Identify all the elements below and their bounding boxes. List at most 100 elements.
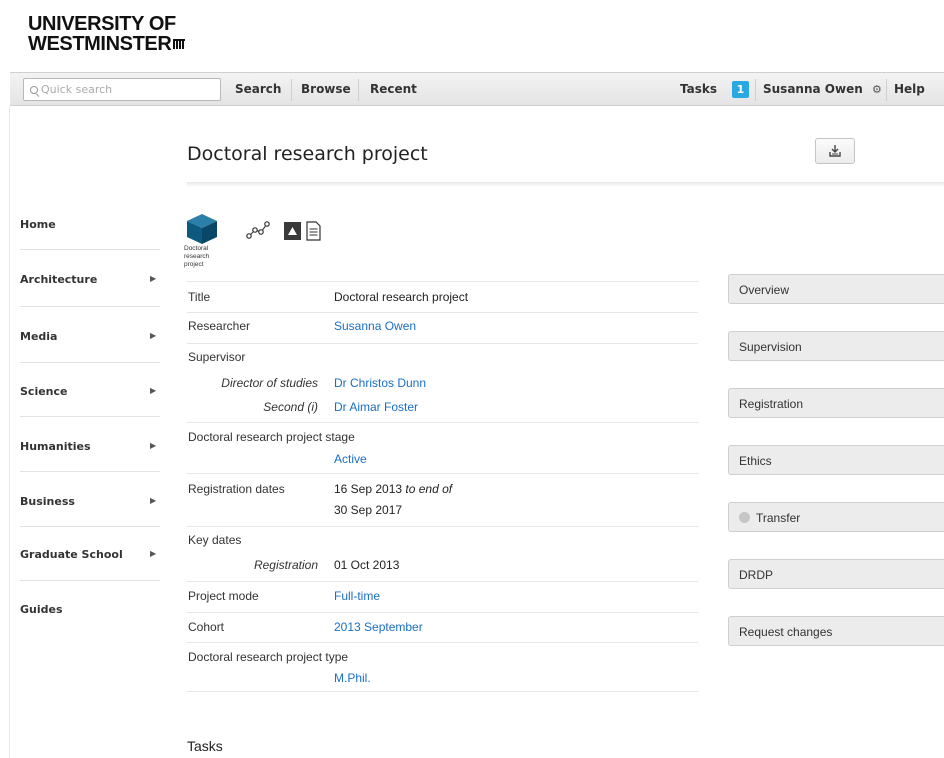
chevron-right-icon: ▶: [150, 274, 157, 283]
sidebar-divider: [20, 306, 160, 307]
nav-separator: [886, 79, 887, 101]
chevron-right-icon: ▶: [150, 441, 157, 450]
supervision-button[interactable]: Supervision: [728, 331, 944, 361]
registration-start-date: 16 Sep 2013: [334, 482, 403, 496]
sidebar-divider: [20, 471, 160, 472]
sidebar-item-humanities[interactable]: Humanities ▶: [10, 440, 160, 460]
chevron-right-icon: ▶: [150, 496, 157, 505]
document-icon[interactable]: [306, 221, 321, 241]
tasks-count-badge[interactable]: 1: [732, 81, 749, 98]
sidebar-border: [9, 106, 10, 758]
object-type-label: Doctoral research project: [184, 245, 220, 269]
title-divider: [187, 182, 944, 187]
director-of-studies-link[interactable]: Dr Christos Dunn: [334, 376, 426, 390]
row-divider: [187, 473, 698, 474]
sidebar-item-label: Business: [20, 495, 75, 508]
sidebar-item-label: Graduate School: [20, 548, 123, 561]
sidebar-item-label: Science: [20, 385, 68, 398]
sidebar-item-home[interactable]: Home: [10, 218, 160, 238]
row-divider: [187, 581, 698, 582]
registration-end-date: 30 Sep 2017: [334, 503, 403, 517]
logo-line-2: WESTMINSTER: [28, 33, 172, 55]
logo-line-1: UNIVERSITY OF: [28, 13, 176, 35]
sidebar-divider: [20, 580, 160, 581]
chevron-right-icon: ▶: [150, 549, 157, 558]
registration-dates-label: Registration dates: [188, 482, 285, 496]
registration-key-date-label: Registration: [253, 558, 318, 572]
nav-search-link[interactable]: Search: [235, 82, 281, 96]
row-divider: [187, 526, 698, 527]
researcher-label: Researcher: [188, 319, 251, 333]
stage-link[interactable]: Active: [334, 452, 367, 466]
stage-label: Doctoral research project stage: [188, 430, 355, 444]
status-dot-icon: [739, 512, 750, 523]
second-supervisor-label: Second (i): [263, 400, 318, 414]
user-menu-link[interactable]: Susanna Owen: [763, 82, 863, 96]
project-mode-label: Project mode: [188, 589, 259, 603]
project-mode-link[interactable]: Full-time: [334, 589, 380, 603]
chevron-right-icon: ▶: [150, 386, 157, 395]
sidebar-item-business[interactable]: Business ▶: [10, 495, 160, 515]
object-type-label-line: Doctoral: [184, 245, 209, 252]
search-icon: [30, 86, 38, 94]
row-divider: [187, 281, 698, 282]
nav-browse-link[interactable]: Browse: [301, 82, 351, 96]
sidebar-item-label: Home: [20, 218, 56, 231]
sidebar-item-label: Humanities: [20, 440, 91, 453]
sidebar-item-guides[interactable]: Guides: [10, 603, 160, 623]
researcher-link[interactable]: Susanna Owen: [334, 319, 416, 333]
registration-dates-value: 16 Sep 2013 to end of: [334, 482, 452, 496]
cohort-link[interactable]: 2013 September: [334, 620, 423, 634]
sidebar-item-label: Guides: [20, 603, 63, 616]
gear-icon[interactable]: ⚙: [872, 83, 882, 96]
cube-icon: [187, 214, 217, 244]
sidebar-item-graduate-school[interactable]: Graduate School ▶: [10, 548, 160, 568]
title-value: Doctoral research project: [334, 290, 469, 304]
drdp-button[interactable]: DRDP: [728, 559, 944, 589]
quick-search-input[interactable]: Quick search: [23, 78, 221, 101]
nav-separator: [291, 79, 292, 101]
row-divider: [187, 642, 698, 643]
tasks-link[interactable]: Tasks: [680, 82, 717, 96]
row-divider: [187, 422, 698, 423]
title-label: Title: [188, 290, 211, 304]
registration-button[interactable]: Registration: [728, 388, 944, 418]
sidebar-item-label: Media: [20, 330, 58, 343]
university-logo[interactable]: UNIVERSITY OF WESTMINSTER: [28, 13, 186, 55]
supervisor-label: Supervisor: [188, 350, 246, 364]
sidebar-item-science[interactable]: Science ▶: [10, 385, 160, 405]
sidebar-divider: [20, 526, 160, 527]
page-title: Doctoral research project: [187, 143, 428, 165]
sidebar-item-media[interactable]: Media ▶: [10, 330, 160, 350]
help-link[interactable]: Help: [894, 82, 925, 96]
transfer-button-label: Transfer: [756, 511, 801, 525]
relationships-icon[interactable]: [246, 220, 270, 240]
sidebar-divider: [20, 416, 160, 417]
transfer-button[interactable]: Transfer: [728, 502, 944, 532]
key-dates-label: Key dates: [188, 533, 242, 547]
second-supervisor-link[interactable]: Dr Aimar Foster: [334, 400, 418, 414]
row-divider: [187, 312, 698, 313]
top-navigation-bar: Quick search Search Browse Recent Tasks …: [10, 72, 944, 106]
object-type-label-line: research: [184, 253, 210, 260]
download-tray-icon: [829, 145, 841, 157]
cohort-label: Cohort: [188, 620, 225, 634]
sidebar-item-label: Architecture: [20, 273, 98, 286]
object-type-label-line: project: [184, 261, 204, 268]
ethics-button[interactable]: Ethics: [728, 445, 944, 475]
row-divider: [187, 691, 698, 692]
overview-button[interactable]: Overview: [728, 274, 944, 304]
project-type-link[interactable]: M.Phil.: [334, 671, 371, 685]
sidebar-divider: [20, 362, 160, 363]
export-button[interactable]: [815, 138, 855, 164]
registration-range-connector: to end of: [405, 482, 453, 496]
quick-search-placeholder: Quick search: [41, 83, 113, 96]
director-of-studies-label: Director of studies: [221, 376, 318, 390]
chevron-right-icon: ▶: [150, 331, 157, 340]
up-triangle-icon[interactable]: [284, 222, 301, 240]
row-divider: [187, 612, 698, 613]
nav-recent-link[interactable]: Recent: [370, 82, 417, 96]
sidebar-item-architecture[interactable]: Architecture ▶: [10, 273, 160, 293]
logo-mark-icon: [173, 39, 186, 49]
request-changes-button[interactable]: Request changes: [728, 616, 944, 646]
